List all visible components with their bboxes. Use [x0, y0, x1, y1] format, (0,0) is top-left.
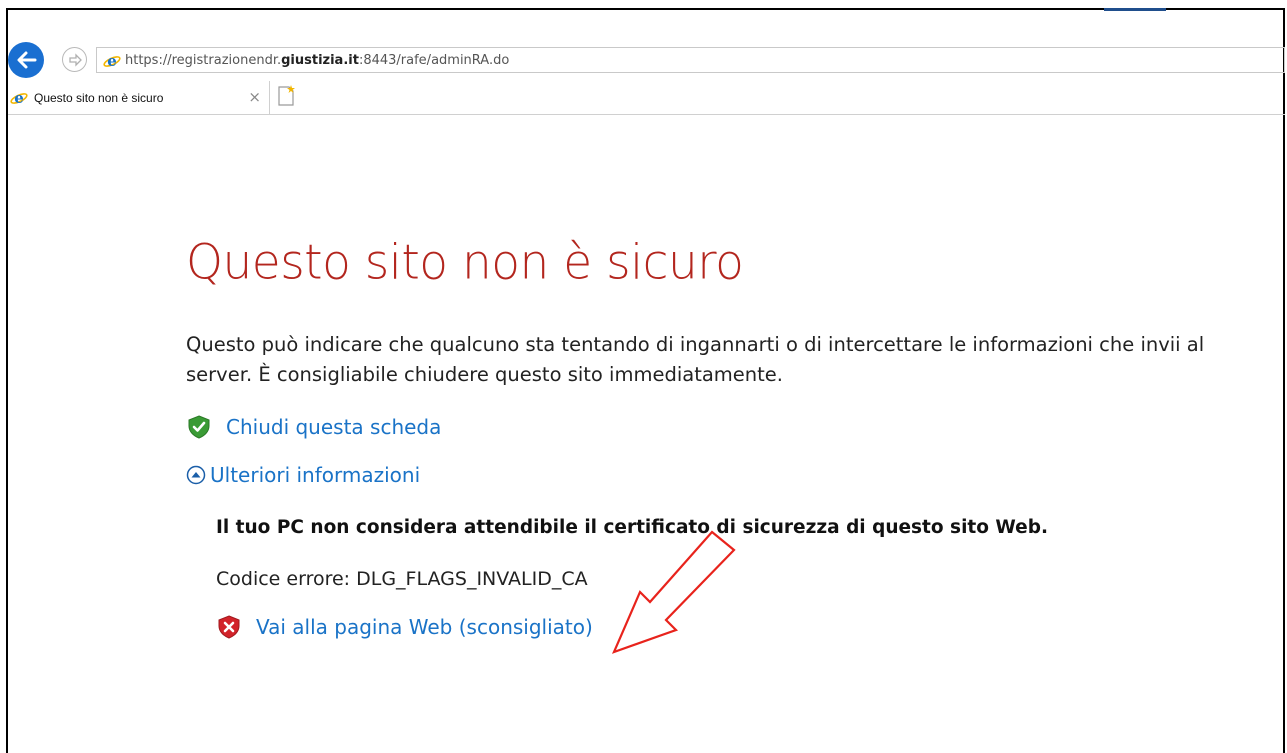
- close-tab-link[interactable]: Chiudi questa scheda: [226, 415, 441, 439]
- forward-arrow-icon: [68, 52, 82, 67]
- address-url-prefix: https://registrazionendr.: [125, 52, 282, 68]
- page-title: Questo sito non è sicuro: [186, 234, 744, 291]
- more-info-row: Ulteriori informazioni: [186, 463, 1246, 487]
- ie-icon: e: [103, 52, 121, 70]
- tab-close-button[interactable]: ×: [248, 88, 261, 106]
- chevron-up-circle-icon[interactable]: [186, 465, 206, 485]
- tab-title: Questo sito non è sicuro: [34, 90, 164, 105]
- more-info-link[interactable]: Ulteriori informazioni: [210, 463, 420, 487]
- new-tab-button[interactable]: [274, 84, 298, 108]
- svg-text:e: e: [107, 52, 117, 70]
- window-accent: [1104, 8, 1166, 11]
- annotation-arrow-icon: [611, 530, 736, 654]
- tab-bar: e Questo sito non è sicuro ×: [8, 81, 1285, 115]
- tab-active[interactable]: e Questo sito non è sicuro ×: [8, 81, 270, 114]
- continue-link[interactable]: Vai alla pagina Web (sconsigliato): [256, 615, 593, 639]
- close-tab-row: Chiudi questa scheda: [186, 414, 1246, 440]
- address-url-suffix: :8443/rafe/adminRA.do: [358, 52, 510, 68]
- forward-button[interactable]: [62, 47, 87, 72]
- svg-text:e: e: [14, 89, 24, 107]
- red-shield-icon: [218, 615, 240, 639]
- new-tab-icon: [278, 85, 295, 106]
- navigation-bar: e https://registrazionendr. giustizia.it:…: [8, 42, 1285, 80]
- address-bar[interactable]: e https://registrazionendr. giustizia.it:…: [96, 47, 1285, 73]
- warning-description: Questo può indicare che qualcuno sta ten…: [186, 333, 1205, 386]
- ie-icon: e: [10, 89, 28, 107]
- address-url-domain: giustizia.it: [281, 52, 359, 68]
- back-button[interactable]: [8, 42, 44, 78]
- back-arrow-icon: [17, 51, 37, 69]
- green-shield-icon: [188, 415, 210, 439]
